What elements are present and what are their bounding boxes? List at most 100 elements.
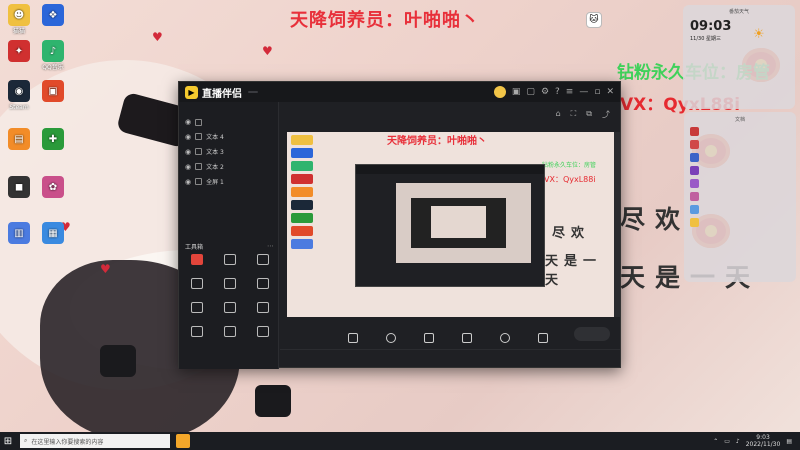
layer-label: 文本 2 <box>206 164 224 171</box>
microphone-button[interactable] <box>492 333 518 345</box>
search-input[interactable]: ⌕ 在这里输入你要搜索的内容 <box>20 434 170 448</box>
start-live-button[interactable] <box>574 327 610 341</box>
file-item[interactable] <box>690 127 790 136</box>
game-capture-button[interactable] <box>454 333 480 345</box>
file-item[interactable] <box>690 218 790 227</box>
file-item[interactable] <box>690 192 790 201</box>
phone-cast-button[interactable] <box>416 333 442 345</box>
desktop-icon[interactable]: ❖ <box>36 4 70 28</box>
chevron-up-icon[interactable]: ⌃ <box>713 438 718 445</box>
gift-icon[interactable]: ▣ <box>512 87 521 97</box>
preview-thumb <box>291 148 313 158</box>
app-icon: ❖ <box>42 4 64 26</box>
preview-desktop-icons <box>287 132 317 317</box>
toolbox-more-icon[interactable]: ⋯ <box>267 242 274 250</box>
desktop-icon[interactable]: ◉ Steam <box>2 80 36 111</box>
lock-icon[interactable] <box>195 148 203 155</box>
menu-icon[interactable]: ≡ <box>566 87 574 97</box>
share-icon[interactable]: ⤴ <box>602 109 610 120</box>
desktop-icon[interactable]: ✚ <box>36 128 70 152</box>
cat-sticker-icon: 🐱 <box>586 12 602 28</box>
control-bar <box>280 313 620 345</box>
file-icon <box>690 218 699 227</box>
windows-start-icon[interactable]: ⊞ <box>0 432 16 450</box>
avatar[interactable] <box>493 86 506 98</box>
eye-icon[interactable]: ◉ <box>185 178 191 186</box>
live-companion-window[interactable]: ▶ 直播伴侣 ▣ ▢ ⚙ ? ≡ — ▫ ✕ ◉ ◉ 文本 4 ◉ 文本 3 ◉… <box>178 81 621 369</box>
settings-icon[interactable]: ⚙ <box>541 87 549 97</box>
lock-icon[interactable] <box>195 163 203 170</box>
screen-capture-button[interactable] <box>340 333 366 345</box>
file-item[interactable] <box>690 179 790 188</box>
volume-icon[interactable]: ♪ <box>736 438 740 445</box>
eye-icon[interactable]: ◉ <box>185 163 191 171</box>
app-icon: ▥ <box>8 222 30 244</box>
desktop-icon[interactable]: ☻ 猫猫 <box>2 4 36 35</box>
wallpaper-bow <box>255 385 291 417</box>
layer-item[interactable]: ◉ 文本 4 <box>179 129 278 144</box>
tool-button[interactable] <box>216 254 244 267</box>
network-icon[interactable]: ▭ <box>724 438 730 445</box>
layer-item[interactable]: ◉ 文本 3 <box>179 144 278 159</box>
desktop-icon[interactable]: ✦ <box>2 40 36 64</box>
layer-item[interactable]: ◉ 全屏 1 <box>179 174 278 189</box>
tool-button[interactable] <box>216 278 244 291</box>
shop-icon[interactable]: ⌂ <box>556 109 561 120</box>
copy-icon[interactable]: ⧉ <box>586 109 592 120</box>
help-icon[interactable]: ? <box>555 87 560 97</box>
desktop-icon[interactable]: ♪ QQ音乐 <box>36 40 70 71</box>
lock-icon[interactable] <box>195 118 203 126</box>
tool-button[interactable] <box>249 254 277 267</box>
files-widget[interactable]: 文档 <box>684 112 796 282</box>
overlay-big-text-1: 尽欢 <box>620 205 691 234</box>
maximize-icon[interactable]: ▫ <box>594 87 600 97</box>
preview-area: ⌂ ⛶ ⧉ ⤴ 天降饲养员：叶啪啪丶 钻粉永久车位：房管 VX：QyxL88i … <box>280 102 620 367</box>
desktop-icon[interactable]: ▣ <box>36 80 70 104</box>
tool-button[interactable] <box>183 326 211 339</box>
title-bar[interactable]: ▶ 直播伴侣 ▣ ▢ ⚙ ? ≡ — ▫ ✕ <box>179 82 620 102</box>
preview-scrollbar[interactable] <box>614 132 620 317</box>
taskbar-app-icon[interactable] <box>176 434 190 448</box>
tool-icon <box>257 254 269 265</box>
notification-icon[interactable]: ▤ <box>786 438 792 445</box>
tool-button[interactable] <box>183 254 211 267</box>
file-item[interactable] <box>690 140 790 149</box>
file-item[interactable] <box>690 205 790 214</box>
eye-icon[interactable]: ◉ <box>185 133 191 141</box>
tool-button[interactable] <box>216 302 244 315</box>
speaker-button[interactable] <box>530 333 556 345</box>
lock-icon[interactable] <box>195 178 203 185</box>
file-item[interactable] <box>690 166 790 175</box>
tool-button[interactable] <box>183 302 211 315</box>
tool-icon <box>224 278 236 289</box>
version-badge[interactable] <box>248 91 258 93</box>
fullscreen-icon[interactable]: ⛶ <box>571 109 577 120</box>
desktop-icon[interactable]: ✿ <box>36 176 70 200</box>
clock[interactable]: 9:03 2022/11/30 <box>746 434 781 448</box>
clock-weather-widget[interactable]: 番茄天气 09:03 11/30 星期三 ☀ <box>683 5 795 109</box>
clock-time: 9:03 <box>756 434 770 441</box>
preview-overlay-green: 钻粉永久车位：房管 <box>542 162 597 169</box>
eye-icon[interactable]: ◉ <box>185 118 191 126</box>
lock-icon[interactable] <box>195 133 203 140</box>
camera-button[interactable] <box>378 333 404 345</box>
tool-button[interactable] <box>183 278 211 291</box>
tool-button[interactable] <box>249 278 277 291</box>
desktop-icon[interactable]: ▦ <box>36 222 70 246</box>
tool-button[interactable] <box>249 326 277 339</box>
tool-button[interactable] <box>216 326 244 339</box>
minimize-icon[interactable]: — <box>579 87 588 97</box>
live-preview[interactable]: 天降饲养员：叶啪啪丶 钻粉永久车位：房管 VX：QyxL88i 尽欢 天是一天 <box>287 132 617 317</box>
heart-icon: ♥ <box>100 262 111 276</box>
file-item[interactable] <box>690 153 790 162</box>
eye-icon[interactable]: ◉ <box>185 148 191 156</box>
message-icon[interactable]: ▢ <box>526 87 535 97</box>
layer-item[interactable]: ◉ 文本 2 <box>179 159 278 174</box>
layer-item[interactable]: ◉ <box>179 115 278 129</box>
desktop-icon[interactable]: ▤ <box>2 128 36 152</box>
tool-button[interactable] <box>249 302 277 315</box>
desktop-icon[interactable]: ▥ <box>2 222 36 246</box>
desktop-icon[interactable]: ◼ <box>2 176 36 200</box>
close-icon[interactable]: ✕ <box>606 87 614 97</box>
preview-overlay-title: 天降饲养员：叶啪啪丶 <box>387 136 487 147</box>
